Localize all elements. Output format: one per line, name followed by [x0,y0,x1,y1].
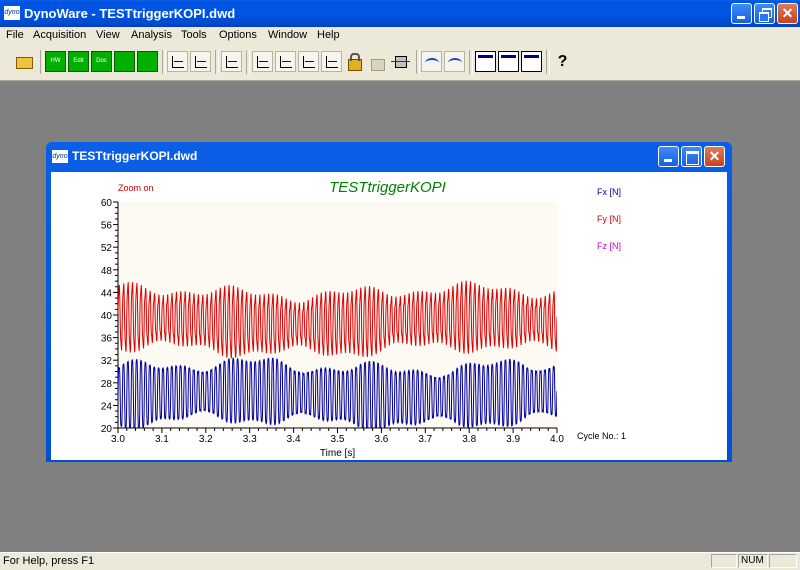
menu-tools[interactable]: Tools [181,29,207,41]
doc-button[interactable]: Doc [91,51,112,72]
layout-button-1[interactable] [475,51,496,72]
help-button[interactable]: ? [552,51,573,72]
y-tick-label: 32 [101,356,113,367]
minimize-button[interactable] [731,3,752,24]
plot-area: 20 24 28 32 36 40 44 48 52 56 60 3.0 3.1 3.2 3.3 3.4 3.5… [51,172,727,460]
menu-options[interactable]: Options [219,29,257,41]
minimize-icon [664,159,672,162]
grid-button[interactable] [114,51,135,72]
layout-button-3[interactable] [521,51,542,72]
help-icon: ? [557,53,568,70]
status-panel-empty [711,554,737,568]
open-icon [16,57,33,69]
calc-button[interactable] [221,51,242,72]
y-tick-label: 44 [101,288,113,299]
x-tick-label: 3.7 [418,434,432,445]
chart-button-3[interactable] [298,51,319,72]
y-tick-label: 56 [101,221,113,232]
doc-maximize-button[interactable] [681,146,702,167]
chart-title: TESTtriggerKOPI [329,179,446,196]
force-chart[interactable]: 20242832364044485256603.0 3.1 3.2 3.3 3.4 3.5… [51,172,727,460]
y-tick-label: 24 [101,401,113,412]
x-tick-label: 3.1 [155,434,169,445]
cycle-number-label: Cycle No.: 1 [577,431,626,441]
zoom-annotation: Zoom on [118,183,154,193]
close-icon: ✕ [708,148,721,164]
x-tick-label: 3.8 [462,434,476,445]
legend-entry: Fz [N] [597,241,621,251]
menu-view[interactable]: View [96,29,120,41]
maximize-icon [686,151,699,165]
edit-button[interactable]: Edit [68,51,89,72]
status-panel-scroll [769,554,797,568]
x-tick-label: 3.3 [243,434,257,445]
layout-button-2[interactable] [498,51,519,72]
window-title: DynoWare - TESTtriggerKOPI.dwd [24,6,236,21]
close-button[interactable]: ✕ [777,3,798,24]
unlock-button[interactable] [367,51,388,72]
filter-icon [395,56,407,68]
x-tick-label: 3.2 [199,434,213,445]
wave-button-1[interactable] [421,51,442,72]
status-help-text: For Help, press F1 [3,555,95,567]
y-tick-label: 36 [101,334,113,345]
hardware-icon: HW [50,58,61,64]
unlock-icon [371,59,385,71]
menu-file[interactable]: File [6,29,24,41]
x-tick-label: 3.6 [374,434,388,445]
legend-entry: Fy [N] [597,214,621,224]
doc-minimize-button[interactable] [658,146,679,167]
wave-button-2[interactable] [444,51,465,72]
status-num: NUM [738,554,768,568]
legend-entry: Fx [N] [597,187,621,197]
x-tick-label: 3.9 [506,434,520,445]
y-tick-label: 60 [101,198,113,209]
x-tick-label: 3.0 [111,434,125,445]
menu-help[interactable]: Help [317,29,340,41]
menu-analysis[interactable]: Analysis [131,29,172,41]
menu-acquisition[interactable]: Acquisition [33,29,86,41]
toolbar: HW Edit Doc ? [0,44,800,81]
minimize-icon [737,16,745,19]
document-window: dyno TESTtriggerKOPI.dwd ✕ 20 24 28 32 36 40 4… [46,142,732,462]
chart-n-button[interactable] [167,51,188,72]
x-axis-label: Time [s] [320,448,355,459]
lock-button[interactable] [344,51,365,72]
close-icon: ✕ [781,5,794,21]
menu-window[interactable]: Window [268,29,307,41]
document-title: TESTtriggerKOPI.dwd [72,149,198,163]
x-tick-label: 3.5 [331,434,345,445]
chart-button-4[interactable] [321,51,342,72]
chart-button-2[interactable] [275,51,296,72]
chart-button-1[interactable] [252,51,273,72]
y-tick-label: 40 [101,311,113,322]
hardware-button[interactable]: HW [45,51,66,72]
y-tick-label: 52 [101,243,113,254]
x-tick-label: 4.0 [550,434,564,445]
edit-icon: Edit [73,58,84,64]
y-tick-label: 48 [101,266,113,277]
open-button[interactable] [14,51,35,72]
green-square-button[interactable] [137,51,158,72]
filter-button[interactable] [390,51,411,72]
app-title-bar: dyno DynoWare - TESTtriggerKOPI.dwd ✕ [0,0,800,27]
dynoware-app-icon[interactable]: dyno [4,6,20,20]
document-icon[interactable]: dyno [52,150,68,163]
doc-icon: Doc [96,58,107,64]
status-bar: For Help, press F1 NUM [0,552,800,570]
restore-button[interactable] [754,3,775,24]
x-tick-label: 3.4 [287,434,301,445]
chart-e-button[interactable] [190,51,211,72]
y-tick-label: 28 [101,379,113,390]
doc-close-button[interactable]: ✕ [704,146,725,167]
menu-bar: File Acquisition View Analysis Tools Opt… [0,27,800,44]
